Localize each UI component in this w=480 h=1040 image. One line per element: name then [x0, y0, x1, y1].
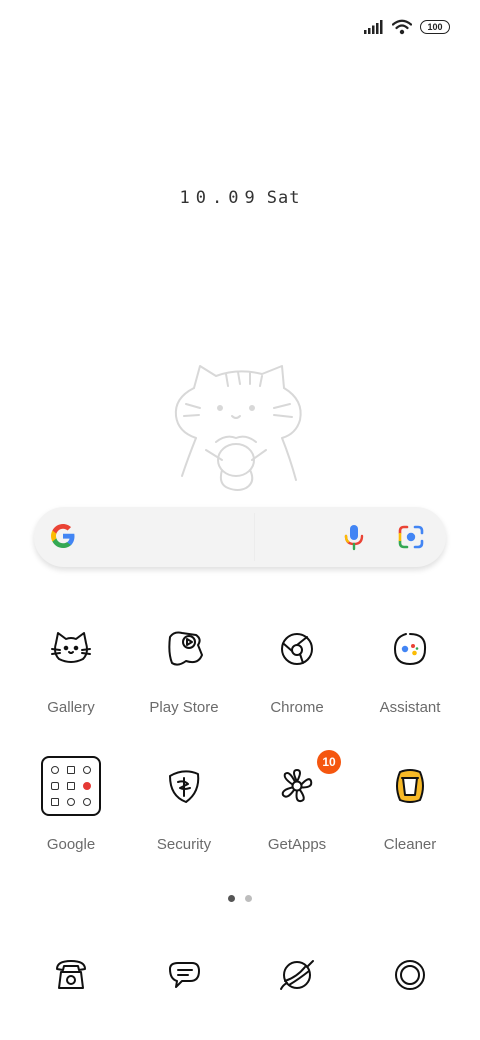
phone-icon	[51, 955, 91, 995]
dock-camera[interactable]	[355, 955, 465, 995]
app-label: Security	[156, 836, 212, 853]
notification-badge: 10	[317, 750, 341, 774]
flower-icon: 10	[273, 750, 341, 810]
search-divider	[254, 513, 255, 561]
app-security[interactable]: Security	[129, 762, 239, 853]
app-label: Chrome	[270, 699, 324, 716]
photos-mini-icon	[51, 782, 59, 790]
app-chrome[interactable]: Chrome	[242, 625, 352, 716]
dock-phone[interactable]	[16, 955, 126, 995]
gmail-mini-icon	[67, 766, 75, 774]
app-cleaner[interactable]: Cleaner	[355, 762, 465, 853]
app-label: Assistant	[379, 699, 441, 716]
google-g-icon[interactable]	[48, 521, 78, 551]
camera-icon	[390, 955, 430, 995]
status-bar: 100	[364, 14, 450, 40]
maps-mini-icon	[83, 766, 91, 774]
app-label: Gallery	[47, 699, 95, 716]
meet-mini-icon	[51, 798, 59, 806]
play-store-icon	[160, 625, 208, 673]
page-indicator[interactable]	[0, 895, 480, 902]
dock-messages[interactable]	[129, 955, 239, 995]
microphone-icon[interactable]	[340, 522, 368, 552]
youtube-mini-icon	[83, 782, 91, 790]
app-label: GetApps	[267, 836, 327, 853]
app-label: Cleaner	[383, 836, 437, 853]
wifi-icon	[392, 19, 412, 35]
app-label: Play Store	[149, 699, 219, 716]
dock-browser[interactable]	[242, 955, 352, 995]
google-search-bar[interactable]	[34, 507, 446, 567]
cat-face-icon	[47, 625, 95, 673]
app-play-store[interactable]: Play Store	[129, 625, 239, 716]
battery-indicator: 100	[420, 20, 450, 34]
clock-widget[interactable]: 10.09 Sat	[0, 188, 480, 208]
duo-mini-icon	[67, 798, 75, 806]
messages-icon	[164, 955, 204, 995]
clock-day: Sat	[266, 188, 301, 208]
page-dot-active[interactable]	[228, 895, 235, 902]
assistant-icon	[386, 625, 434, 673]
pay-mini-icon	[83, 798, 91, 806]
app-getapps[interactable]: 10 GetApps	[242, 750, 352, 853]
trash-can-icon	[386, 762, 434, 810]
cat-illustration	[174, 365, 302, 491]
app-gallery[interactable]: Gallery	[16, 625, 126, 716]
folder-icon	[41, 756, 101, 816]
signal-bars-icon	[364, 20, 383, 34]
google-mini-icon	[51, 766, 59, 774]
browser-planet-icon	[277, 955, 317, 995]
clock-time: 10.09	[179, 188, 261, 208]
page-dot-inactive[interactable]	[245, 895, 252, 902]
app-assistant[interactable]: Assistant	[355, 625, 465, 716]
drive-mini-icon	[67, 782, 75, 790]
app-label: Google	[46, 836, 96, 853]
battery-level: 100	[427, 21, 443, 32]
chrome-icon	[273, 625, 321, 673]
security-shield-icon	[160, 762, 208, 810]
google-lens-icon[interactable]	[396, 522, 426, 552]
app-folder-google[interactable]: Google	[16, 756, 126, 853]
